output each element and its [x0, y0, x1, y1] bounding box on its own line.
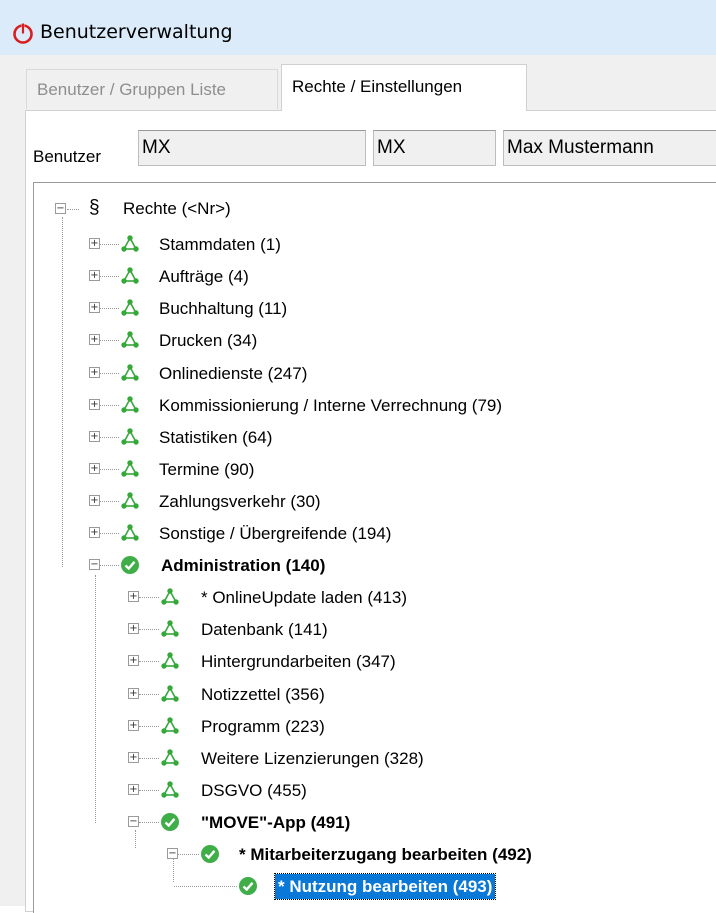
permission-node-icon [120, 266, 140, 286]
tree-line [139, 790, 159, 791]
tree-line [139, 629, 159, 630]
admin-item-3[interactable]: Hintergrundarbeiten (347) [201, 649, 396, 674]
tree-line [100, 469, 119, 470]
expand-button[interactable]: + [128, 752, 139, 763]
tree-item-9[interactable]: Zahlungsverkehr (30) [159, 489, 321, 514]
permission-node-icon [160, 619, 180, 639]
expand-button[interactable]: + [89, 367, 100, 378]
tree-line [100, 373, 119, 374]
tree-line [62, 217, 63, 567]
tree-line [100, 437, 119, 438]
tree-line [139, 597, 159, 598]
tree-item-2[interactable]: Aufträge (4) [159, 264, 249, 289]
expand-button[interactable]: + [89, 399, 100, 410]
permission-node-icon [120, 330, 140, 350]
tree-line [100, 276, 119, 277]
expand-button[interactable]: + [89, 334, 100, 345]
permission-node-icon [120, 491, 140, 511]
collapse-button[interactable]: − [89, 559, 100, 570]
expand-button[interactable]: + [128, 784, 139, 795]
granted-check-icon [238, 876, 258, 896]
expand-button[interactable]: + [89, 238, 100, 249]
paragraph-icon: § [89, 197, 100, 218]
permission-node-icon [120, 523, 140, 543]
expand-button[interactable]: + [89, 463, 100, 474]
tree-line [100, 565, 119, 566]
tree-line [139, 758, 159, 759]
expand-button[interactable]: + [128, 688, 139, 699]
leaf-item-1[interactable]: * Nutzung bearbeiten (493) [273, 873, 497, 900]
expand-button[interactable]: + [89, 302, 100, 313]
granted-check-icon [200, 844, 220, 864]
expand-button[interactable]: + [89, 495, 100, 506]
tree-line [67, 209, 79, 210]
granted-check-icon [120, 555, 140, 575]
collapse-button[interactable]: − [167, 848, 178, 859]
move-item-1[interactable]: * Mitarbeiterzugang bearbeiten (492) [239, 842, 532, 867]
rights-tree[interactable] [33, 182, 716, 913]
tree-line [139, 661, 159, 662]
permission-node-icon [160, 651, 180, 671]
permission-node-icon [120, 427, 140, 447]
permission-node-icon [120, 298, 140, 318]
user-name-field[interactable]: Max Mustermann [503, 130, 716, 166]
power-logo-icon [13, 23, 33, 44]
admin-item-7[interactable]: DSGVO (455) [201, 778, 307, 803]
tree-line [174, 886, 237, 887]
tree-line [139, 694, 159, 695]
tree-item-7[interactable]: Statistiken (64) [159, 425, 272, 450]
tree-root-label[interactable]: Rechte (<Nr>) [123, 199, 231, 219]
permission-node-icon [160, 748, 180, 768]
tree-item-3[interactable]: Buchhaltung (11) [159, 296, 287, 321]
tab-rechte-einstellungen[interactable]: Rechte / Einstellungen [281, 64, 527, 111]
user-code-field[interactable]: MX [373, 130, 496, 166]
tree-line [100, 533, 119, 534]
expand-button[interactable]: + [128, 591, 139, 602]
admin-item-4[interactable]: Notizzettel (356) [201, 682, 325, 707]
permission-node-icon [160, 716, 180, 736]
collapse-root-button[interactable]: − [55, 203, 66, 214]
tree-item-11[interactable]: Administration (140) [161, 553, 325, 578]
tree-item-4[interactable]: Drucken (34) [159, 328, 257, 353]
user-short-field[interactable]: MX [138, 130, 366, 166]
permission-node-icon [160, 780, 180, 800]
admin-item-6[interactable]: Weitere Lizenzierungen (328) [201, 746, 424, 771]
expand-button[interactable]: + [128, 655, 139, 666]
tree-item-1[interactable]: Stammdaten (1) [159, 232, 281, 257]
tree-item-8[interactable]: Termine (90) [159, 457, 254, 482]
tree-line [100, 244, 119, 245]
granted-check-icon [160, 812, 180, 832]
tree-item-5[interactable]: Onlinedienste (247) [159, 361, 307, 386]
expand-button[interactable]: + [89, 527, 100, 538]
tab-benutzer-gruppen-liste[interactable]: Benutzer / Gruppen Liste [26, 69, 278, 109]
permission-node-icon [120, 395, 140, 415]
tree-line [135, 830, 136, 848]
permission-node-icon [160, 684, 180, 704]
benutzer-label: Benutzer [33, 147, 102, 166]
tree-line [100, 340, 119, 341]
window-title: Benutzerverwaltung [40, 21, 233, 43]
admin-item-2[interactable]: Datenbank (141) [201, 617, 328, 642]
tree-line [95, 575, 96, 823]
admin-item-5[interactable]: Programm (223) [201, 714, 325, 739]
permission-node-icon [120, 363, 140, 383]
expand-button[interactable]: + [128, 720, 139, 731]
tree-line [139, 726, 159, 727]
permission-node-icon [120, 234, 140, 254]
expand-button[interactable]: + [89, 431, 100, 442]
tree-item-6[interactable]: Kommissionierung / Interne Verrechnung (… [159, 393, 502, 418]
tree-line [100, 405, 119, 406]
permission-node-icon [120, 459, 140, 479]
admin-item-1[interactable]: * OnlineUpdate laden (413) [201, 585, 407, 610]
tree-line [139, 822, 159, 823]
expand-button[interactable]: + [128, 623, 139, 634]
tree-line [100, 501, 119, 502]
tree-line [100, 308, 119, 309]
tree-line [178, 854, 199, 855]
permission-node-icon [160, 587, 180, 607]
collapse-button[interactable]: − [128, 816, 139, 827]
expand-button[interactable]: + [89, 270, 100, 281]
tree-item-10[interactable]: Sonstige / Übergreifende (194) [159, 521, 391, 546]
admin-item-8[interactable]: "MOVE"-App (491) [201, 810, 350, 835]
